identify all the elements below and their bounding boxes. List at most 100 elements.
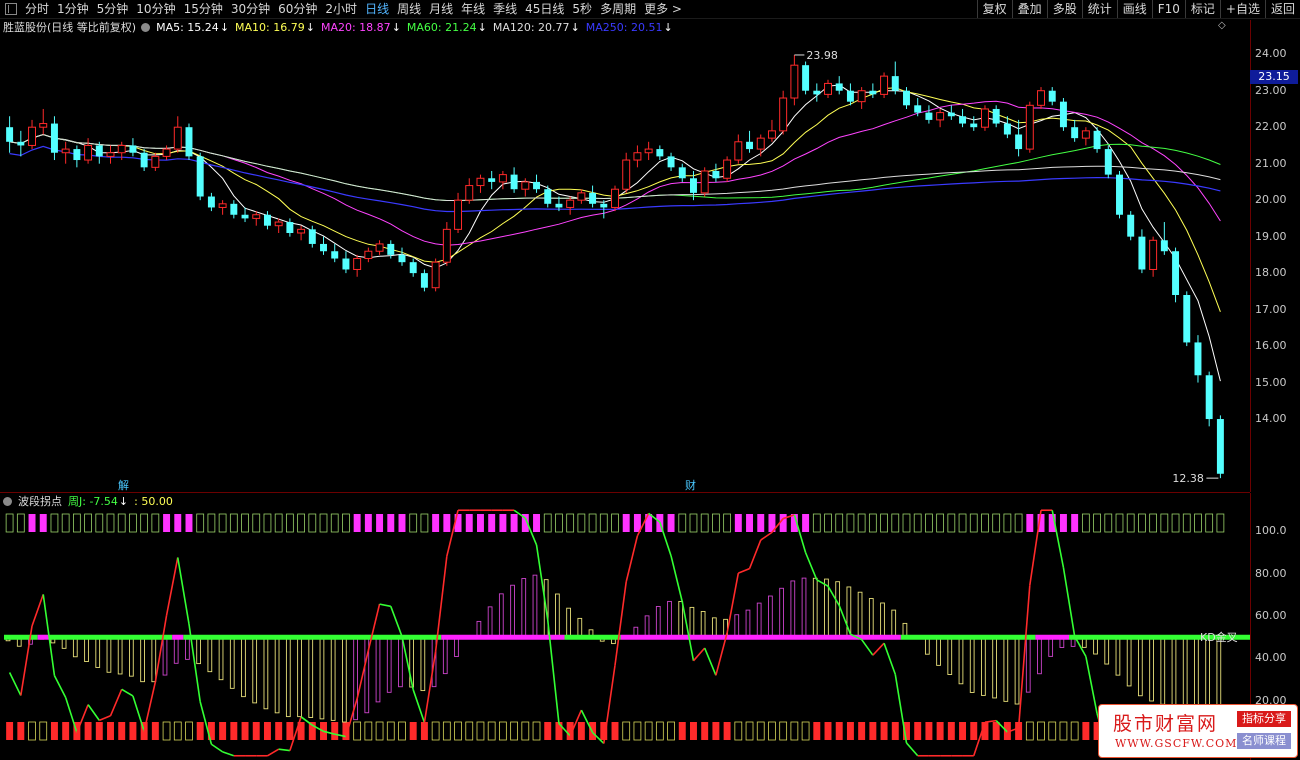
period-tab-7[interactable]: 2小时 bbox=[321, 0, 361, 18]
j-line-segment bbox=[625, 535, 639, 582]
top-strip-bar bbox=[958, 513, 967, 533]
toolbar-button-5[interactable]: F10 bbox=[1151, 0, 1185, 18]
period-tab-16[interactable]: 更多 > bbox=[640, 0, 686, 18]
candle bbox=[431, 258, 440, 292]
candle bbox=[465, 178, 474, 204]
top-strip-bar bbox=[286, 513, 294, 533]
oscillator-bar bbox=[678, 601, 684, 638]
collapse-icon[interactable] bbox=[3, 496, 12, 506]
toolbar-button-1[interactable]: 叠加 bbox=[1011, 0, 1047, 18]
candle bbox=[611, 185, 619, 212]
collapse-icon[interactable] bbox=[141, 22, 151, 32]
candle-body bbox=[1138, 236, 1146, 270]
toolbar-button-6[interactable]: 标记 bbox=[1184, 0, 1220, 18]
candle bbox=[936, 108, 945, 128]
indicator-chart[interactable]: KD金叉 bbox=[0, 506, 1250, 760]
candle bbox=[700, 167, 709, 197]
period-tab-4[interactable]: 15分钟 bbox=[180, 0, 227, 18]
candle-body bbox=[84, 144, 93, 161]
toolbar-button-8[interactable]: 返回 bbox=[1264, 0, 1300, 18]
candle bbox=[420, 269, 428, 292]
j-line-segment bbox=[53, 675, 67, 698]
period-tab-15[interactable]: 多周期 bbox=[596, 0, 640, 18]
bottom-strip-bar bbox=[577, 722, 585, 740]
top-strip-bar bbox=[667, 514, 675, 532]
j-line-segment bbox=[838, 605, 852, 635]
candle bbox=[779, 90, 788, 135]
diamond-icon[interactable]: ◇ bbox=[1218, 20, 1226, 31]
candle bbox=[106, 145, 115, 164]
period-tab-2[interactable]: 5分钟 bbox=[93, 0, 133, 18]
bottom-strip-bar bbox=[173, 721, 182, 741]
top-strip-bar bbox=[330, 513, 339, 533]
candle bbox=[28, 119, 37, 150]
ma-legend-arrow-0: ↓ bbox=[219, 20, 230, 34]
bottom-strip-bar bbox=[790, 721, 799, 741]
oscillator-bar bbox=[1048, 636, 1054, 657]
toolbar-button-0[interactable]: 复权 bbox=[976, 0, 1012, 18]
bottom-strip-bar bbox=[970, 722, 978, 740]
event-marker-1[interactable]: 解 bbox=[118, 477, 129, 493]
candle-body bbox=[95, 145, 103, 157]
candle-body bbox=[622, 159, 631, 190]
bottom-strip-bar bbox=[84, 722, 92, 740]
candle bbox=[1037, 87, 1045, 109]
candle bbox=[835, 76, 843, 95]
candle-body bbox=[117, 144, 126, 154]
period-tab-13[interactable]: 45日线 bbox=[521, 0, 568, 18]
top-strip-bar bbox=[61, 513, 70, 533]
candle-body bbox=[387, 243, 395, 255]
candle-body bbox=[779, 97, 788, 132]
candle-body bbox=[28, 126, 37, 146]
period-tab-14[interactable]: 5秒 bbox=[568, 0, 596, 18]
toolbar-button-7[interactable]: +自选 bbox=[1219, 0, 1265, 18]
candle bbox=[442, 222, 451, 266]
top-strip-bar bbox=[824, 513, 832, 533]
oscillator-bar bbox=[330, 636, 336, 721]
oscillator-bar bbox=[981, 636, 986, 696]
toolbar-button-3[interactable]: 统计 bbox=[1081, 0, 1117, 18]
candle bbox=[286, 218, 294, 237]
candle bbox=[656, 145, 664, 161]
candle bbox=[218, 200, 227, 215]
period-tab-11[interactable]: 年线 bbox=[457, 0, 489, 18]
j-line-segment bbox=[872, 642, 885, 656]
period-tab-12[interactable]: 季线 bbox=[489, 0, 521, 18]
bottom-strip-bar bbox=[230, 722, 238, 740]
candle bbox=[712, 163, 720, 182]
period-tab-0[interactable]: 分时 bbox=[21, 0, 53, 18]
top-strip-bar bbox=[689, 513, 698, 533]
candle-body bbox=[106, 152, 115, 157]
period-tab-10[interactable]: 月线 bbox=[425, 0, 457, 18]
top-strip-bar bbox=[241, 513, 249, 533]
period-tab-8[interactable]: 日线 bbox=[361, 0, 393, 18]
bottom-strip-bar bbox=[667, 721, 675, 741]
j-line-segment bbox=[748, 539, 762, 569]
j-line-segment bbox=[760, 531, 773, 541]
j-line-segment bbox=[165, 557, 179, 616]
oscillator-bar bbox=[880, 602, 885, 638]
period-tab-6[interactable]: 60分钟 bbox=[274, 0, 321, 18]
toolbar-button-2[interactable]: 多股 bbox=[1046, 0, 1082, 18]
bottom-strip-bar bbox=[442, 721, 451, 741]
candle bbox=[914, 98, 922, 117]
period-tab-1[interactable]: 1分钟 bbox=[53, 0, 93, 18]
period-tab-5[interactable]: 30分钟 bbox=[227, 0, 274, 18]
candle bbox=[17, 130, 25, 157]
oscillator-bar bbox=[117, 636, 123, 675]
period-tab-3[interactable]: 10分钟 bbox=[132, 0, 179, 18]
top-strip-bar bbox=[712, 513, 720, 533]
menu-icon[interactable] bbox=[5, 3, 17, 15]
candle-body bbox=[151, 155, 160, 168]
oscillator-bar bbox=[768, 595, 773, 638]
event-marker-2[interactable]: 财 bbox=[685, 477, 696, 493]
j-line-segment bbox=[109, 688, 123, 717]
period-tab-9[interactable]: 周线 bbox=[393, 0, 425, 18]
top-strip-bar bbox=[106, 513, 115, 533]
candlestick-chart[interactable]: 23.98 12.38 bbox=[0, 36, 1250, 492]
bottom-strip-bar bbox=[768, 721, 776, 741]
candle-body bbox=[398, 254, 406, 263]
candle bbox=[959, 108, 967, 128]
toolbar-button-4[interactable]: 画线 bbox=[1116, 0, 1152, 18]
j-line-segment bbox=[367, 603, 381, 651]
